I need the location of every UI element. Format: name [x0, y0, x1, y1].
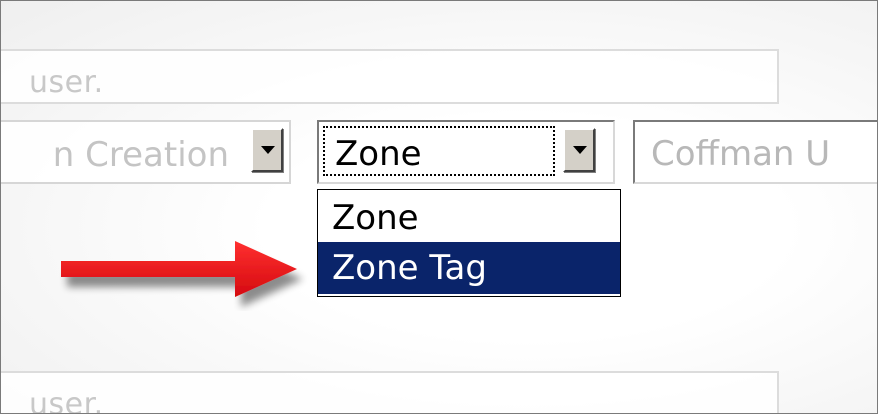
right-select[interactable]: Coffman U — [633, 120, 877, 184]
left-select-value: n Creation — [52, 135, 229, 175]
left-select[interactable]: n Creation — [1, 120, 291, 184]
bottom-text-input[interactable]: user. — [1, 371, 779, 414]
dropdown-option-zone[interactable]: Zone — [318, 192, 620, 244]
arrow-right-icon — [61, 241, 297, 297]
right-select-value: Coffman U — [651, 134, 831, 174]
chevron-down-icon[interactable] — [563, 128, 595, 172]
top-input-text: user. — [29, 65, 104, 100]
dropdown-option-zone-tag[interactable]: Zone Tag — [318, 242, 620, 294]
chevron-down-icon[interactable] — [251, 128, 283, 172]
screenshot-frame: user. n Creation Zone Coffman U Zone Zon… — [0, 0, 878, 414]
top-text-input[interactable]: user. — [1, 49, 779, 104]
zone-select[interactable]: Zone — [317, 120, 615, 184]
zone-select-value: Zone — [335, 134, 422, 174]
zone-dropdown-list: Zone Zone Tag — [317, 189, 621, 297]
bottom-input-text: user. — [29, 387, 104, 414]
